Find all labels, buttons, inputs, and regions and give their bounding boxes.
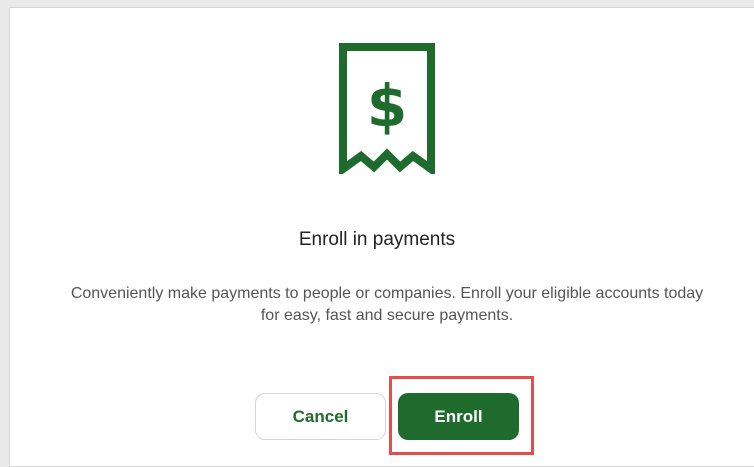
dialog-title: Enroll in payments (298, 229, 456, 250)
svg-text:$: $ (367, 72, 407, 140)
enroll-button[interactable]: Enroll (398, 393, 519, 440)
description-line-1: Conveniently make payments to people or … (70, 285, 704, 302)
cancel-button[interactable]: Cancel (255, 393, 386, 440)
receipt-dollar-icon: $ (339, 43, 435, 174)
dialog-description: Conveniently make payments to people or … (0, 283, 754, 327)
description-line-2: for easy, fast and secure payments. (260, 307, 514, 324)
